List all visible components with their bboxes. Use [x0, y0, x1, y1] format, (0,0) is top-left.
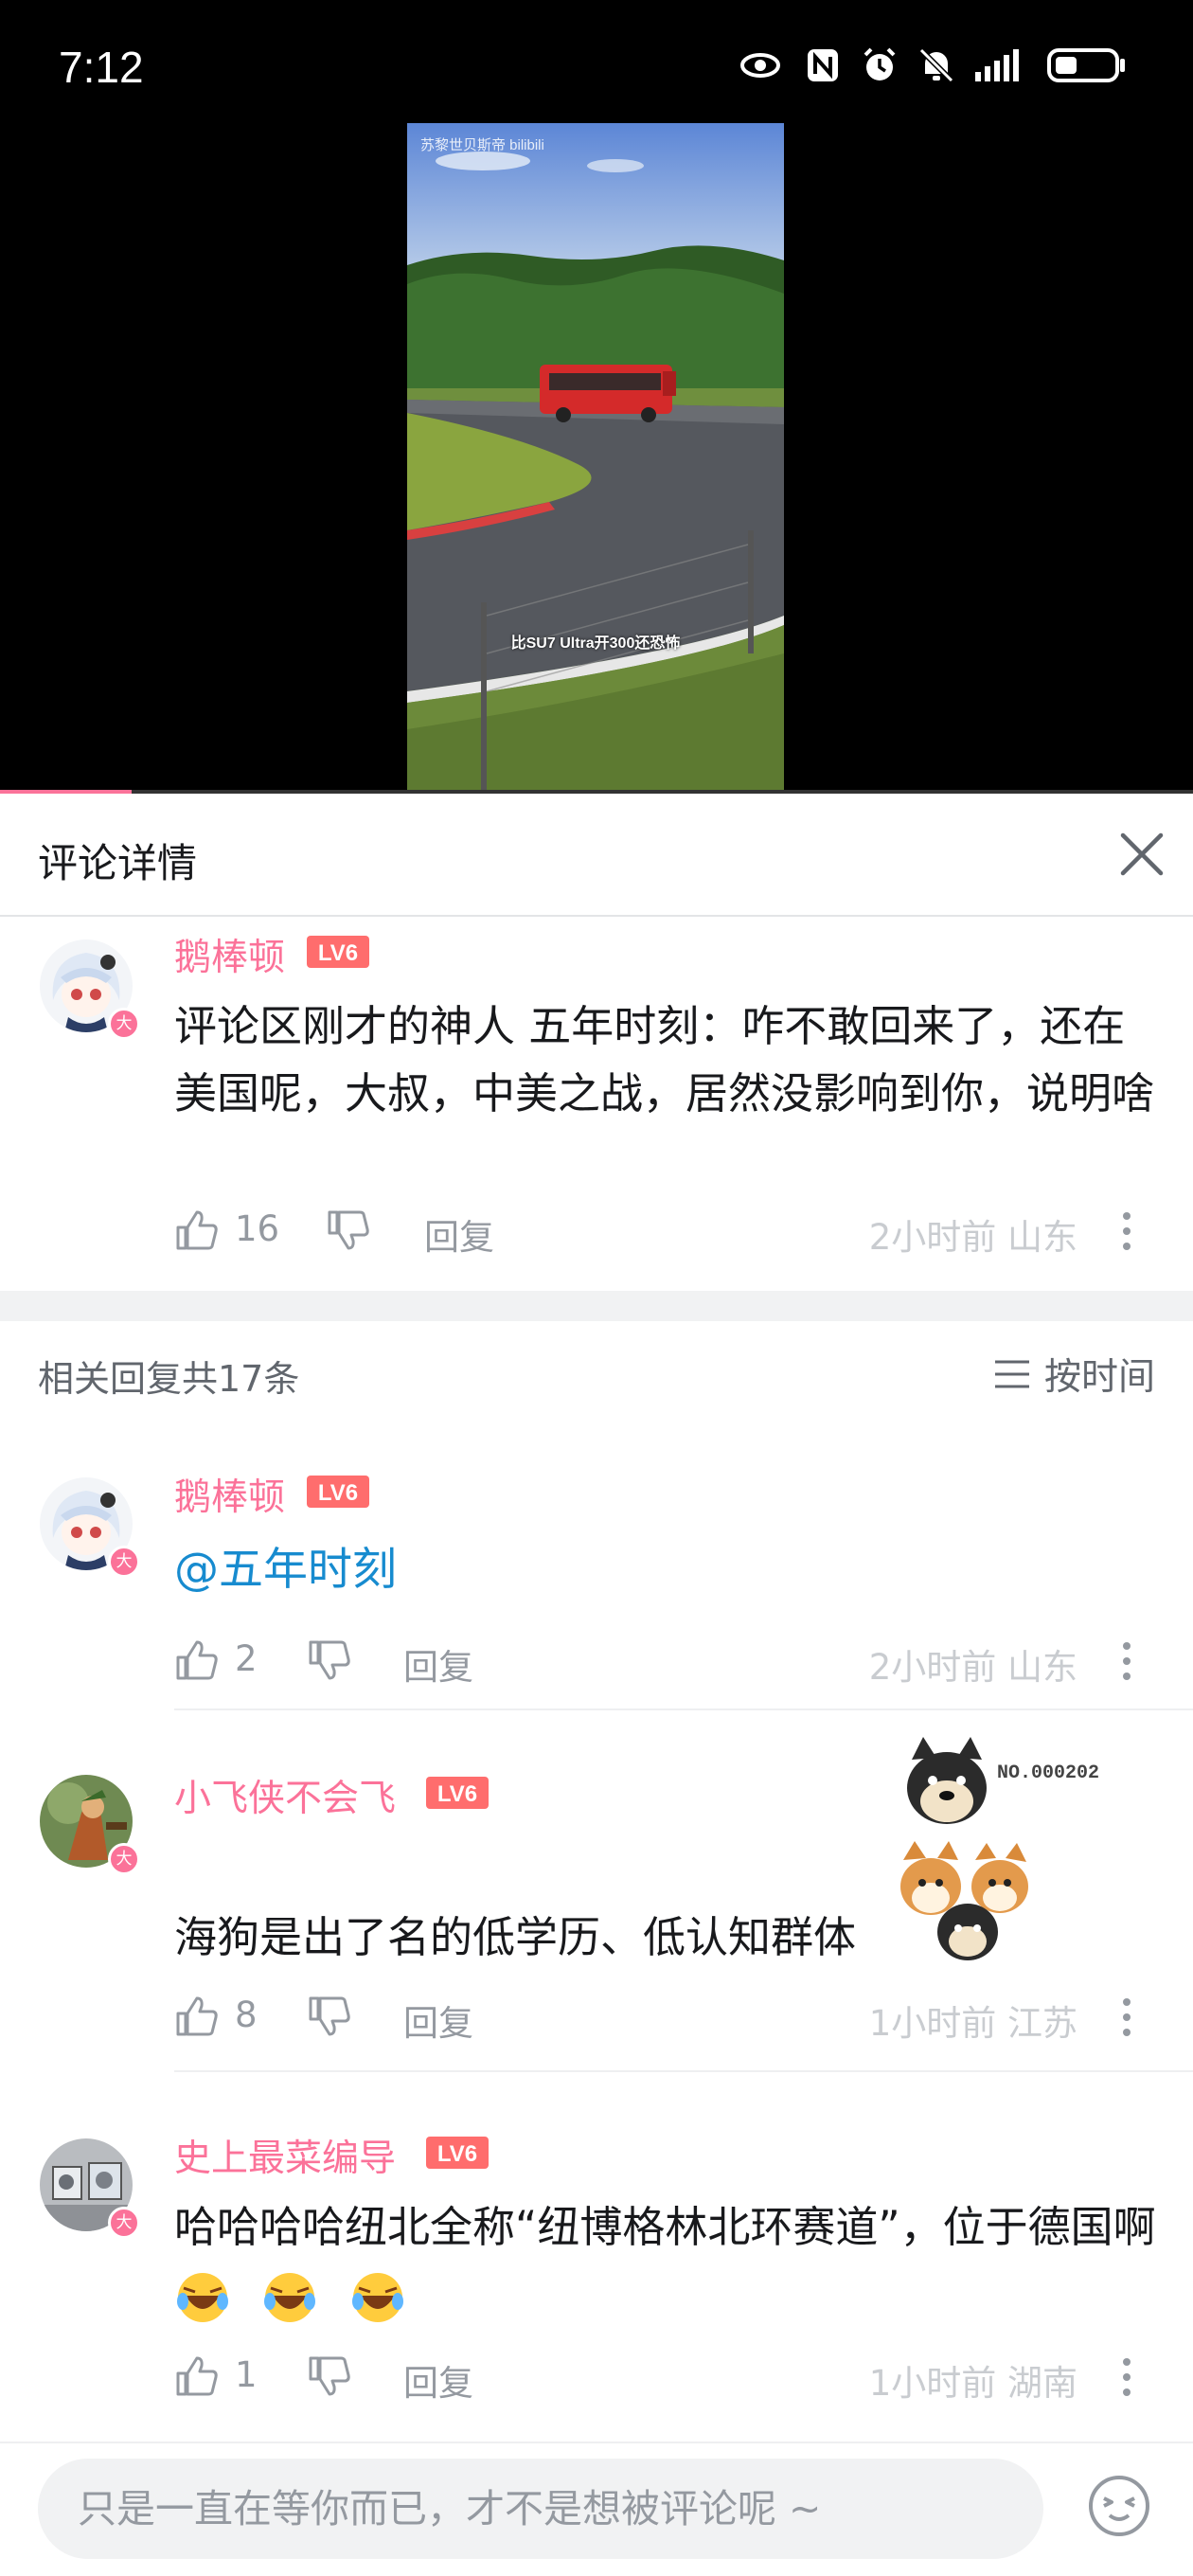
comment-username[interactable]: 小飞侠不会飞	[174, 1769, 396, 1822]
level-badge-text: LV6	[318, 1480, 358, 1506]
comment-text-body: 哈哈哈哈纽北全称“纽博格林北环赛道”，位于德国啊	[174, 2202, 1156, 2252]
nfc-icon	[808, 49, 838, 81]
video-player-area[interactable]: 7:12 苏黎世贝斯帝 bilibili 比SU7 Ultra开300还恐怖	[0, 0, 1193, 794]
battery-icon	[1047, 48, 1125, 82]
comment-username[interactable]: 鹅棒顿	[174, 928, 285, 981]
more-icon[interactable]	[1121, 1640, 1132, 1682]
sticker-label: NO.000202	[997, 1762, 1100, 1784]
divider	[174, 1708, 1193, 1710]
video-caption: 比SU7 Ultra开300还恐怖	[510, 635, 681, 652]
dislike-icon[interactable]	[307, 1638, 352, 1682]
eye-icon	[740, 53, 780, 78]
more-icon[interactable]	[1121, 1210, 1132, 1252]
level-badge: LV6	[307, 936, 369, 968]
comment-text: 评论区刚才的神人 五年时刻：咋不敢回来了，还在美国呢，大叔，中美之战，居然没影响…	[174, 1001, 1155, 1118]
comment-input[interactable]	[38, 2459, 1043, 2559]
comment-username[interactable]: 史上最菜编导	[174, 2129, 396, 2182]
more-icon[interactable]	[1121, 1996, 1132, 2038]
like-count: 2	[235, 1638, 258, 1679]
page-title: 评论详情	[38, 840, 198, 886]
sort-button[interactable]: 按时间	[993, 1348, 1155, 1401]
reply-button[interactable]: 回复	[424, 1208, 494, 1260]
comment-actions: 2 回复 2小时前 山东	[174, 1631, 1159, 1688]
video-watermark: 苏黎世贝斯帝 bilibili	[420, 137, 544, 153]
mention-link[interactable]: @五年时刻	[174, 1544, 397, 1596]
reply-item: 大 史上最菜编导 LV6 哈哈哈哈纽北全称“纽博格林北环赛道”，位于德国啊 1 …	[0, 2072, 1193, 2432]
emoji-icon[interactable]	[1085, 2470, 1153, 2538]
like-icon[interactable]	[174, 1208, 220, 1252]
doge-sticker: NO.000202	[895, 1731, 1099, 1835]
like-icon[interactable]	[174, 1995, 220, 2038]
status-icons	[735, 45, 1127, 85]
comment-time-location: 1小时前 湖南	[868, 2363, 1077, 2404]
red-bus-shape	[540, 365, 676, 422]
comment-time-location: 1小时前 江苏	[868, 2003, 1077, 2044]
avatar[interactable]: 大	[40, 1477, 140, 1578]
comment-time-location: 2小时前 山东	[868, 1647, 1077, 1688]
level-badge: LV6	[426, 1777, 489, 1809]
signal-icon	[975, 49, 1019, 81]
status-bar: 7:12	[0, 0, 1193, 123]
like-icon[interactable]	[174, 2354, 220, 2398]
vip-badge: 大	[108, 1843, 140, 1875]
laugh-cry-emoji-icon	[177, 2273, 228, 2322]
doge-head-icon	[907, 1737, 987, 1824]
like-count: 8	[235, 1995, 258, 2035]
comment-input-bar	[0, 2442, 1193, 2576]
dislike-icon[interactable]	[326, 1208, 371, 1252]
level-badge: LV6	[426, 2137, 489, 2169]
more-icon[interactable]	[1121, 2356, 1132, 2398]
comment-actions: 16 回复 2小时前 山东	[174, 1201, 1159, 1258]
comment-text: @五年时刻	[174, 1536, 1159, 1603]
comment-text: 哈哈哈哈纽北全称“纽博格林北环赛道”，位于德国啊	[174, 2193, 1159, 2328]
sort-label: 按时间	[1043, 1356, 1155, 1399]
comment-time-location: 2小时前 山东	[868, 1217, 1077, 1258]
section-separator	[0, 1291, 1193, 1321]
comment-detail-header: 评论详情	[0, 794, 1193, 917]
reply-button[interactable]: 回复	[403, 1638, 473, 1690]
vip-badge: 大	[108, 2207, 140, 2239]
dislike-icon[interactable]	[307, 2354, 352, 2398]
level-badge-text: LV6	[437, 2141, 477, 2167]
dislike-icon[interactable]	[307, 1995, 352, 2038]
like-count: 16	[235, 1208, 280, 1249]
close-icon[interactable]	[1115, 828, 1168, 881]
avatar[interactable]: 大	[40, 1775, 140, 1875]
level-badge: LV6	[307, 1476, 369, 1508]
reply-button[interactable]: 回复	[403, 2354, 473, 2406]
level-badge-text: LV6	[437, 1781, 477, 1807]
video-scene-image	[407, 123, 784, 794]
replies-header: 相关回复共17条 按时间	[0, 1321, 1193, 1425]
replies-count: 相关回复共17条	[38, 1358, 300, 1400]
status-time: 7:12	[59, 43, 144, 92]
reply-button[interactable]: 回复	[403, 1995, 473, 2046]
avatar[interactable]: 大	[40, 2138, 140, 2239]
laugh-cry-emoji-icon	[264, 2273, 316, 2322]
reply-item: 大 小飞侠不会飞 LV6 NO.000202 海狗是出了名的低学历、低认知群体 …	[0, 1712, 1193, 2072]
vip-badge: 大	[108, 1008, 140, 1040]
comment-actions: 8 回复 1小时前 江苏	[174, 1987, 1159, 2044]
laugh-cry-emoji-icon	[351, 2273, 403, 2322]
video-frame[interactable]: 苏黎世贝斯帝 bilibili 比SU7 Ultra开300还恐怖	[407, 123, 784, 794]
mute-icon	[918, 47, 954, 83]
comment-text: 海狗是出了名的低学历、低认知群体	[174, 1912, 857, 1962]
comment-actions: 1 回复 1小时前 湖南	[174, 2347, 1159, 2404]
level-badge-text: LV6	[318, 940, 358, 966]
avatar[interactable]: 大	[40, 939, 140, 1040]
sort-icon	[994, 1360, 1029, 1388]
like-icon[interactable]	[174, 1638, 220, 1682]
main-comment: 大 鹅棒顿 LV6 评论区刚才的神人 五年时刻：咋不敢回来了，还在美国呢，大叔，…	[0, 917, 1193, 1291]
vip-badge: 大	[108, 1546, 140, 1578]
comment-username[interactable]: 鹅棒顿	[174, 1468, 285, 1521]
reply-item: 大 鹅棒顿 LV6 @五年时刻 2 回复 2小时前 山东	[0, 1449, 1193, 1710]
like-count: 1	[235, 2354, 258, 2395]
alarm-icon	[864, 47, 896, 80]
